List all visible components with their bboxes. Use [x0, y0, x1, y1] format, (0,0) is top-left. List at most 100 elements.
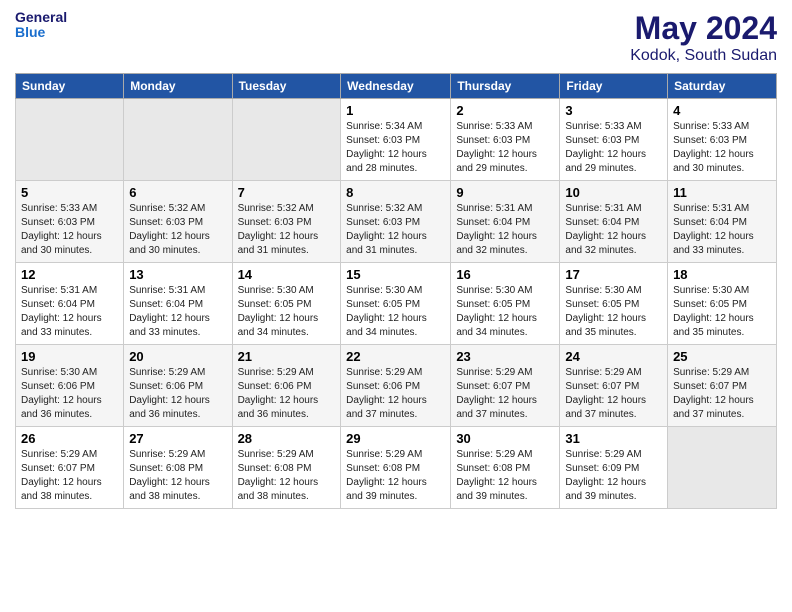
subtitle: Kodok, South Sudan: [630, 47, 777, 65]
day-info: Sunrise: 5:33 AM Sunset: 6:03 PM Dayligh…: [565, 120, 662, 176]
calendar-cell: 14Sunrise: 5:30 AM Sunset: 6:05 PM Dayli…: [232, 263, 341, 345]
day-number: 22: [346, 349, 445, 364]
day-info: Sunrise: 5:29 AM Sunset: 6:07 PM Dayligh…: [565, 366, 662, 422]
day-header-saturday: Saturday: [668, 74, 777, 99]
day-info: Sunrise: 5:29 AM Sunset: 6:08 PM Dayligh…: [346, 448, 445, 504]
calendar-container: GeneralBlue May 2024 Kodok, South Sudan …: [0, 0, 792, 524]
calendar-week-row: 5 Sunrise: 5:33 AM Sunset: 6:03 PM Daylig…: [16, 181, 777, 263]
calendar-cell: [16, 99, 124, 181]
day-number: 27: [129, 431, 226, 446]
calendar-cell: 22 Sunrise: 5:29 AM Sunset: 6:06 PM Dayli…: [341, 345, 451, 427]
calendar-cell: [668, 427, 777, 509]
calendar-cell: 8 Sunrise: 5:32 AM Sunset: 6:03 PM Daylig…: [341, 181, 451, 263]
day-number: 31: [565, 431, 662, 446]
day-info: Sunrise: 5:30 AM Sunset: 6:05 PM Dayligh…: [565, 284, 662, 340]
logo: GeneralBlue: [15, 10, 67, 41]
calendar-cell: 6 Sunrise: 5:32 AM Sunset: 6:03 PM Daylig…: [124, 181, 232, 263]
day-number: 2: [456, 103, 554, 118]
day-number: 6: [129, 185, 226, 200]
day-number: 3: [565, 103, 662, 118]
day-info: Sunrise: 5:29 AM Sunset: 6:06 PM Dayligh…: [238, 366, 336, 422]
calendar-cell: 15 Sunrise: 5:30 AM Sunset: 6:05 PM Dayli…: [341, 263, 451, 345]
day-info: Sunrise: 5:29 AM Sunset: 6:08 PM Dayligh…: [238, 448, 336, 504]
calendar-week-row: 12 Sunrise: 5:31 AM Sunset: 6:04 PM Dayli…: [16, 263, 777, 345]
day-info: Sunrise: 5:29 AM Sunset: 6:09 PM Dayligh…: [565, 448, 662, 504]
main-title: May 2024: [630, 10, 777, 47]
day-header-wednesday: Wednesday: [341, 74, 451, 99]
calendar-cell: 29Sunrise: 5:29 AM Sunset: 6:08 PM Dayli…: [341, 427, 451, 509]
day-number: 5: [21, 185, 118, 200]
day-info: Sunrise: 5:34 AM Sunset: 6:03 PM Dayligh…: [346, 120, 445, 176]
day-info: Sunrise: 5:32 AM Sunset: 6:03 PM Dayligh…: [238, 202, 336, 258]
day-number: 12: [21, 267, 118, 282]
day-header-friday: Friday: [560, 74, 668, 99]
calendar-cell: 4 Sunrise: 5:33 AM Sunset: 6:03 PM Daylig…: [668, 99, 777, 181]
day-header-tuesday: Tuesday: [232, 74, 341, 99]
logo-blue-text: Blue: [15, 25, 67, 40]
day-number: 24: [565, 349, 662, 364]
day-header-thursday: Thursday: [451, 74, 560, 99]
day-number: 9: [456, 185, 554, 200]
day-number: 26: [21, 431, 118, 446]
day-info: Sunrise: 5:31 AM Sunset: 6:04 PM Dayligh…: [129, 284, 226, 340]
calendar-cell: 28 Sunrise: 5:29 AM Sunset: 6:08 PM Dayli…: [232, 427, 341, 509]
day-info: Sunrise: 5:30 AM Sunset: 6:05 PM Dayligh…: [456, 284, 554, 340]
calendar-cell: 30 Sunrise: 5:29 AM Sunset: 6:08 PM Dayli…: [451, 427, 560, 509]
calendar-cell: [232, 99, 341, 181]
logo-general-text: General: [15, 10, 67, 25]
calendar-cell: 1Sunrise: 5:34 AM Sunset: 6:03 PM Daylig…: [341, 99, 451, 181]
calendar-cell: 31 Sunrise: 5:29 AM Sunset: 6:09 PM Dayli…: [560, 427, 668, 509]
calendar-cell: [124, 99, 232, 181]
day-number: 25: [673, 349, 771, 364]
day-info: Sunrise: 5:29 AM Sunset: 6:07 PM Dayligh…: [21, 448, 118, 504]
calendar-cell: 21Sunrise: 5:29 AM Sunset: 6:06 PM Dayli…: [232, 345, 341, 427]
day-number: 18: [673, 267, 771, 282]
day-info: Sunrise: 5:32 AM Sunset: 6:03 PM Dayligh…: [346, 202, 445, 258]
day-number: 4: [673, 103, 771, 118]
day-number: 15: [346, 267, 445, 282]
calendar-cell: 2Sunrise: 5:33 AM Sunset: 6:03 PM Daylig…: [451, 99, 560, 181]
calendar-cell: 10Sunrise: 5:31 AM Sunset: 6:04 PM Dayli…: [560, 181, 668, 263]
day-number: 8: [346, 185, 445, 200]
day-info: Sunrise: 5:30 AM Sunset: 6:05 PM Dayligh…: [346, 284, 445, 340]
calendar-cell: 24 Sunrise: 5:29 AM Sunset: 6:07 PM Dayli…: [560, 345, 668, 427]
day-info: Sunrise: 5:29 AM Sunset: 6:07 PM Dayligh…: [673, 366, 771, 422]
calendar-cell: 26 Sunrise: 5:29 AM Sunset: 6:07 PM Dayli…: [16, 427, 124, 509]
calendar-cell: 3 Sunrise: 5:33 AM Sunset: 6:03 PM Daylig…: [560, 99, 668, 181]
day-number: 7: [238, 185, 336, 200]
calendar-cell: 12 Sunrise: 5:31 AM Sunset: 6:04 PM Dayli…: [16, 263, 124, 345]
day-info: Sunrise: 5:29 AM Sunset: 6:08 PM Dayligh…: [456, 448, 554, 504]
day-info: Sunrise: 5:33 AM Sunset: 6:03 PM Dayligh…: [673, 120, 771, 176]
calendar-week-row: 1Sunrise: 5:34 AM Sunset: 6:03 PM Daylig…: [16, 99, 777, 181]
day-info: Sunrise: 5:31 AM Sunset: 6:04 PM Dayligh…: [673, 202, 771, 258]
day-number: 17: [565, 267, 662, 282]
day-header-monday: Monday: [124, 74, 232, 99]
day-info: Sunrise: 5:32 AM Sunset: 6:03 PM Dayligh…: [129, 202, 226, 258]
header: GeneralBlue May 2024 Kodok, South Sudan: [15, 10, 777, 65]
calendar-cell: 13 Sunrise: 5:31 AM Sunset: 6:04 PM Dayli…: [124, 263, 232, 345]
calendar-cell: 7 Sunrise: 5:32 AM Sunset: 6:03 PM Daylig…: [232, 181, 341, 263]
day-info: Sunrise: 5:29 AM Sunset: 6:07 PM Dayligh…: [456, 366, 554, 422]
day-info: Sunrise: 5:29 AM Sunset: 6:08 PM Dayligh…: [129, 448, 226, 504]
calendar-week-row: 19Sunrise: 5:30 AM Sunset: 6:06 PM Dayli…: [16, 345, 777, 427]
day-info: Sunrise: 5:30 AM Sunset: 6:06 PM Dayligh…: [21, 366, 118, 422]
day-info: Sunrise: 5:31 AM Sunset: 6:04 PM Dayligh…: [21, 284, 118, 340]
day-number: 30: [456, 431, 554, 446]
day-number: 11: [673, 185, 771, 200]
calendar-header-row: SundayMondayTuesdayWednesdayThursdayFrid…: [16, 74, 777, 99]
day-number: 20: [129, 349, 226, 364]
calendar-cell: 17 Sunrise: 5:30 AM Sunset: 6:05 PM Dayli…: [560, 263, 668, 345]
day-number: 13: [129, 267, 226, 282]
day-info: Sunrise: 5:31 AM Sunset: 6:04 PM Dayligh…: [565, 202, 662, 258]
calendar-cell: 16Sunrise: 5:30 AM Sunset: 6:05 PM Dayli…: [451, 263, 560, 345]
day-number: 28: [238, 431, 336, 446]
calendar-week-row: 26 Sunrise: 5:29 AM Sunset: 6:07 PM Dayli…: [16, 427, 777, 509]
calendar-cell: 25 Sunrise: 5:29 AM Sunset: 6:07 PM Dayli…: [668, 345, 777, 427]
day-info: Sunrise: 5:33 AM Sunset: 6:03 PM Dayligh…: [21, 202, 118, 258]
calendar-cell: 9Sunrise: 5:31 AM Sunset: 6:04 PM Daylig…: [451, 181, 560, 263]
calendar-cell: 23Sunrise: 5:29 AM Sunset: 6:07 PM Dayli…: [451, 345, 560, 427]
day-info: Sunrise: 5:30 AM Sunset: 6:05 PM Dayligh…: [673, 284, 771, 340]
day-number: 14: [238, 267, 336, 282]
calendar-cell: 20Sunrise: 5:29 AM Sunset: 6:06 PM Dayli…: [124, 345, 232, 427]
day-info: Sunrise: 5:29 AM Sunset: 6:06 PM Dayligh…: [346, 366, 445, 422]
